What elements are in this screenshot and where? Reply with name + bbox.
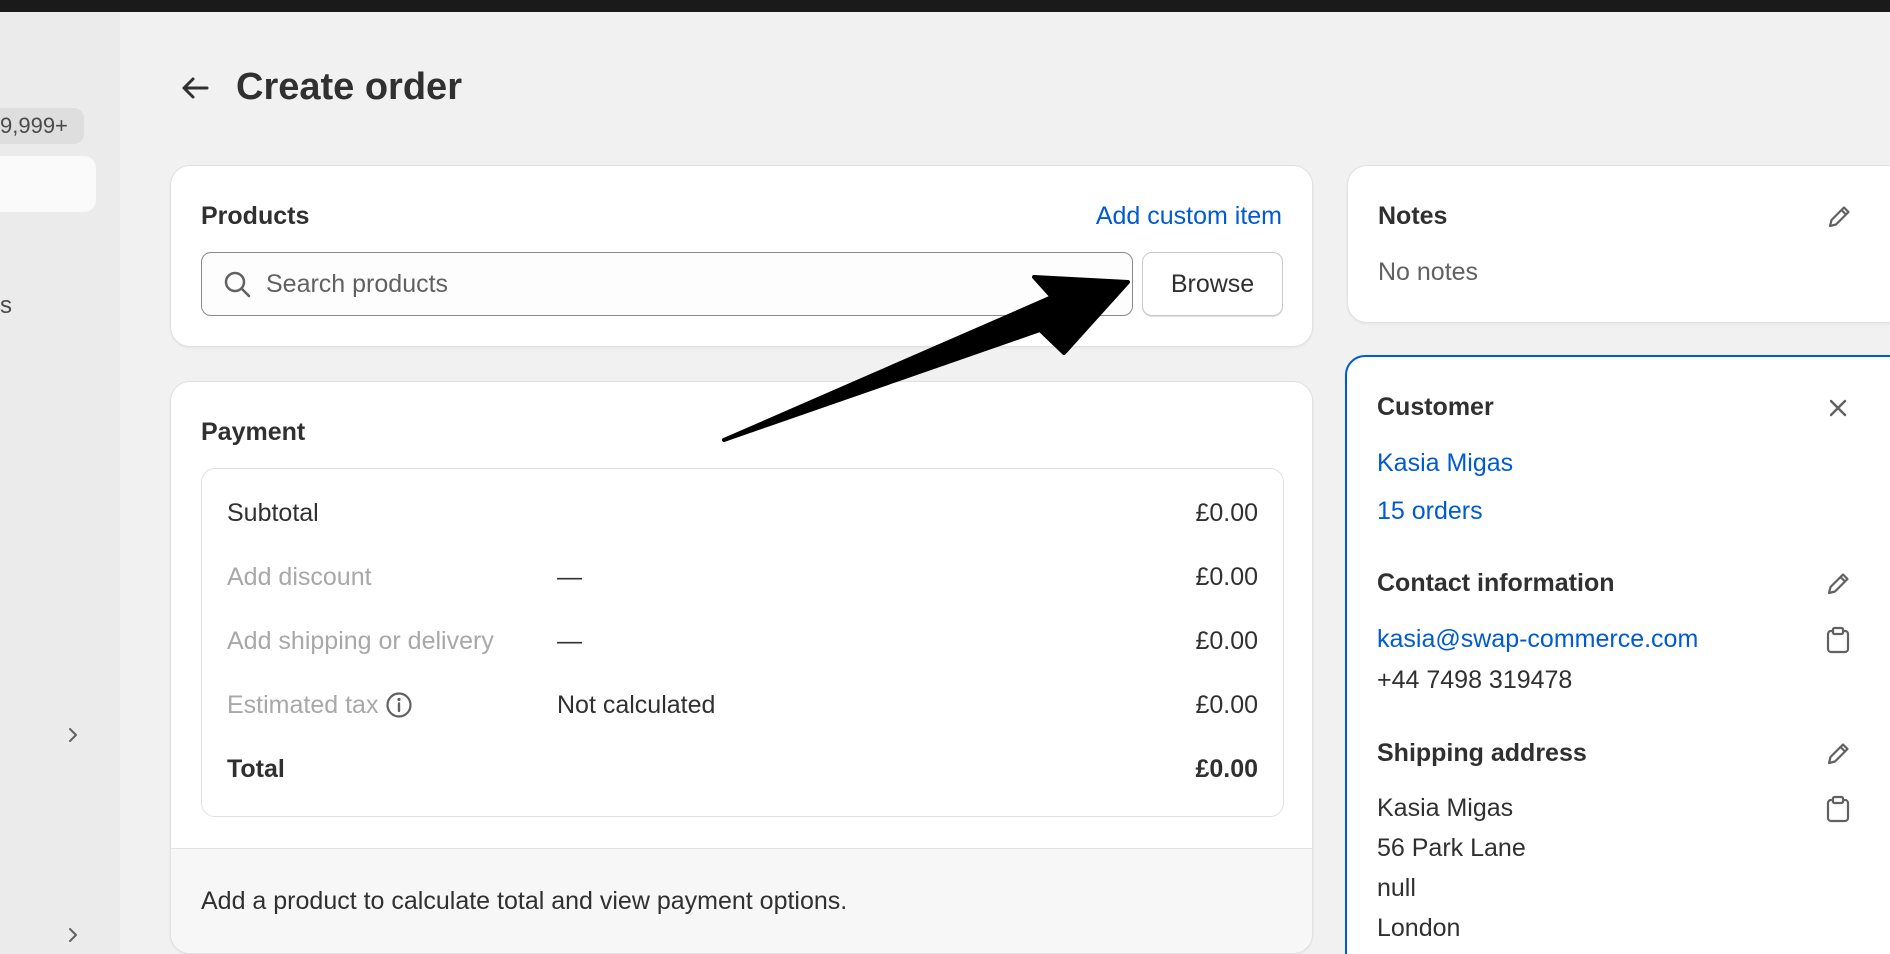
notes-card: Notes No notes: [1347, 165, 1890, 323]
notes-title: Notes: [1378, 202, 1448, 230]
top-bar: [0, 0, 1890, 12]
total-row: Total £0.00: [227, 749, 1258, 789]
sidebar: 9,999+ s: [0, 12, 120, 954]
search-placeholder: Search products: [266, 269, 449, 298]
edit-notes-pencil-icon[interactable]: [1824, 202, 1854, 232]
subtotal-label: Subtotal: [227, 498, 319, 527]
address-line: null: [1377, 874, 1416, 902]
payment-footer: Add a product to calculate total and vie…: [171, 848, 1312, 953]
chevron-right-icon[interactable]: [64, 726, 82, 744]
customer-phone: +44 7498 319478: [1377, 666, 1573, 694]
products-title: Products: [201, 202, 310, 230]
tax-row: Estimated tax Not calculated £0.00: [227, 685, 1258, 725]
address-line: Kasia Migas: [1377, 794, 1514, 822]
payment-summary: Subtotal £0.00 Add discount — £0.00 Add …: [201, 468, 1284, 817]
tax-status: Not calculated: [557, 690, 716, 719]
subtotal-amount: £0.00: [1195, 498, 1258, 527]
sidebar-item-label[interactable]: s: [0, 292, 12, 320]
page-header: Create order: [178, 66, 462, 109]
tax-amount: £0.00: [1195, 690, 1258, 719]
discount-row: Add discount — £0.00: [227, 557, 1258, 597]
customer-card: Customer Kasia Migas 15 orders Contact i…: [1345, 355, 1890, 954]
back-arrow-icon[interactable]: [178, 71, 212, 105]
copy-email-clipboard-icon[interactable]: [1823, 625, 1853, 655]
customer-orders-link[interactable]: 15 orders: [1377, 497, 1483, 526]
shipping-amount: £0.00: [1195, 626, 1258, 655]
copy-address-clipboard-icon[interactable]: [1823, 794, 1853, 824]
discount-amount: £0.00: [1195, 562, 1258, 591]
add-discount-link[interactable]: Add discount: [227, 563, 372, 592]
shipping-address-title: Shipping address: [1377, 739, 1587, 767]
estimated-tax-group: Estimated tax: [227, 690, 414, 720]
browse-button[interactable]: Browse: [1142, 252, 1283, 316]
customer-email-link[interactable]: kasia@swap-commerce.com: [1377, 625, 1698, 654]
address-line: London: [1377, 914, 1461, 942]
total-label: Total: [227, 754, 285, 783]
payment-footer-text: Add a product to calculate total and vie…: [201, 887, 848, 915]
add-custom-item-link[interactable]: Add custom item: [1096, 202, 1282, 231]
customer-title: Customer: [1377, 393, 1494, 421]
discount-value: —: [557, 562, 582, 591]
edit-shipping-pencil-icon[interactable]: [1823, 739, 1853, 769]
sidebar-count-badge: 9,999+: [0, 108, 84, 144]
info-icon[interactable]: [384, 690, 414, 720]
add-shipping-link[interactable]: Add shipping or delivery: [227, 627, 494, 656]
subtotal-row: Subtotal £0.00: [227, 493, 1258, 533]
total-amount: £0.00: [1195, 754, 1258, 783]
sidebar-item-active[interactable]: [0, 156, 96, 212]
chevron-right-icon[interactable]: [64, 926, 82, 944]
page-title: Create order: [236, 66, 462, 108]
search-icon: [224, 271, 251, 298]
search-products-input[interactable]: Search products: [201, 252, 1133, 316]
products-card: Products Add custom item Search products…: [170, 165, 1313, 347]
payment-title: Payment: [201, 418, 306, 446]
shipping-row: Add shipping or delivery — £0.00: [227, 621, 1258, 661]
contact-info-title: Contact information: [1377, 569, 1615, 597]
edit-contact-pencil-icon[interactable]: [1823, 569, 1853, 599]
payment-card: Payment Subtotal £0.00 Add discount — £0…: [170, 381, 1313, 954]
customer-name-link[interactable]: Kasia Migas: [1377, 449, 1513, 478]
remove-customer-close-icon[interactable]: [1823, 393, 1853, 423]
estimated-tax-label: Estimated tax: [227, 690, 379, 719]
shipping-value: —: [557, 626, 582, 655]
notes-text: No notes: [1378, 258, 1479, 286]
address-line: 56 Park Lane: [1377, 834, 1526, 862]
